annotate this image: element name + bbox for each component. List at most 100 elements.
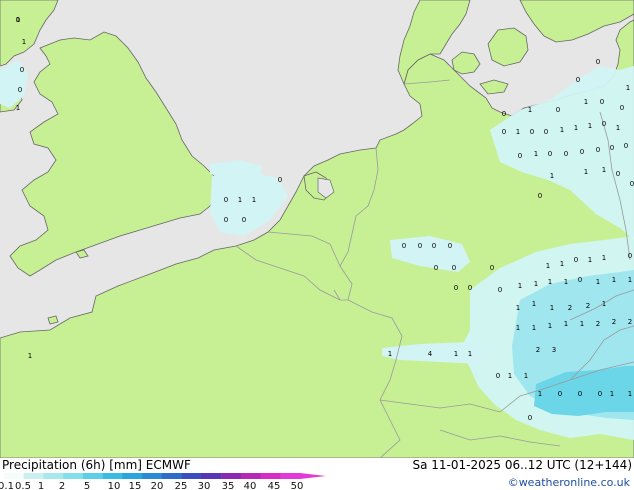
rain-value-label: 0 [402, 242, 406, 250]
rain-value-label: 0 [538, 192, 542, 200]
rain-value-label: 0 [278, 176, 282, 184]
rain-value-label: 0 [544, 128, 548, 136]
rain-value-label: 1 [602, 254, 606, 262]
rain-value-label: 0 [528, 414, 532, 422]
legend-bar: Precipitation (6h) [mm] ECMWF Sa 11-01-2… [0, 458, 634, 490]
rain-value-label: 0 [432, 242, 436, 250]
precipitation-map: 1100100010100 1 0 0 1 1 1 0 1010 0 0 0 0 0 01111 0000 1 1… [0, 0, 634, 458]
rain-value-label: 0 [574, 256, 578, 264]
rain-value-label: 0 [580, 148, 584, 156]
legend-swatch [280, 473, 301, 479]
rain-value-label: 1 [518, 282, 522, 290]
rain-value-label: 1 [610, 390, 614, 398]
rain-value-label: 1 [584, 98, 588, 106]
rain-value-label: 0 [598, 390, 602, 398]
rain-value-label: 0 [502, 128, 506, 136]
rain-value-label: 1 [524, 372, 528, 380]
rain-value-label: 1 [548, 278, 552, 286]
title-right: Sa 11-01-2025 06..12 UTC (12+144) [412, 458, 632, 472]
rain-value-label: 0 [16, 16, 20, 24]
rain-value-label: 0 [548, 150, 552, 158]
legend-swatch [4, 473, 24, 479]
rain-value-label: 0 [496, 372, 500, 380]
legend-swatch [161, 473, 182, 479]
rain-value-label: 1 [516, 304, 520, 312]
rain-value-label: 1 [584, 168, 588, 176]
rain-value-label: 0 [564, 150, 568, 158]
rain-value-label: 0 [434, 264, 438, 272]
legend-tick: 15 [129, 481, 142, 490]
rain-value-label: 1 [628, 276, 632, 284]
legend-swatch [181, 473, 202, 479]
legend-tick: 40 [244, 481, 257, 490]
rain-value-label: 1 [534, 150, 538, 158]
rain-value-label: 0 [490, 264, 494, 272]
rain-value-label: 1 [28, 352, 32, 360]
rain-value-label: 0 [624, 142, 628, 150]
legend-tick: 5 [84, 481, 90, 490]
rain-value-label: 3 [552, 346, 556, 354]
legend-arrow [300, 473, 326, 479]
rain-value-label: 1 [588, 122, 592, 130]
rain-value-label: 1 [528, 106, 532, 114]
rain-value-label: 0 [602, 120, 606, 128]
rain-value-label: 1 [22, 38, 26, 46]
rain-value-label: 0 [418, 242, 422, 250]
rain-value-label: 0 [224, 216, 228, 224]
rain-value-label: 0 [18, 86, 22, 94]
rain-value-label: 0 [596, 58, 600, 66]
rain-value-label: 1 [516, 128, 520, 136]
rain-value-label: 0 [616, 170, 620, 178]
legend-swatch [240, 473, 261, 479]
rain-value-label: 1 [532, 324, 536, 332]
rain-value-label: 2 [612, 318, 616, 326]
legend-swatch [23, 473, 44, 479]
rain-value-label: 0 [578, 276, 582, 284]
title-left: Precipitation (6h) [mm] ECMWF [2, 458, 191, 472]
rain-value-label: 0 [20, 66, 24, 74]
legend-color-scale [4, 473, 326, 479]
legend-tick: 0.1 [0, 481, 14, 490]
rain-value-label: 0 [620, 104, 624, 112]
rain-value-label: 1 [628, 390, 632, 398]
rain-value-label: 1 [454, 350, 458, 358]
rain-value-label: 0 [558, 390, 562, 398]
rain-value-label: 0 [628, 252, 632, 260]
rain-value-label: 1 [564, 278, 568, 286]
legend-tick: 20 [151, 481, 164, 490]
legend-tick: 1 [38, 481, 44, 490]
rain-value-label: 0 [498, 286, 502, 294]
credit-text: ©weatheronline.co.uk [508, 476, 631, 489]
legend-swatch [201, 473, 222, 479]
legend-tick-labels: 0.1 0.5 1 2 5 10 15 20 25 30 35 40 45 50 [0, 481, 303, 490]
rain-value-label: 0 [530, 128, 534, 136]
rain-value-label: 1 [602, 300, 606, 308]
rain-value-label: 1 [602, 166, 606, 174]
map-stage: 1100100010100100111010100000001111000011… [0, 0, 634, 490]
rain-value-label: 1 [516, 324, 520, 332]
rain-value-label: 0 [242, 216, 246, 224]
rain-value-label: 0 [576, 76, 580, 84]
rain-value-label: 0 [596, 146, 600, 154]
rain-value-label: 1 [532, 300, 536, 308]
rain-value-label: 1 [560, 126, 564, 134]
rain-value-label: 0 [224, 196, 228, 204]
legend-swatch [142, 473, 163, 479]
rain-value-label: 2 [586, 302, 590, 310]
rain-value-label: 0 [454, 284, 458, 292]
rain-value-label: 2 [596, 320, 600, 328]
legend-tick: 25 [175, 481, 188, 490]
rain-value-label: 1 [546, 262, 550, 270]
rain-value-label: 1 [588, 256, 592, 264]
rain-value-label: 0 [600, 98, 604, 106]
rain-value-label: 0 [556, 106, 560, 114]
legend-tick: 2 [59, 481, 65, 490]
legend-swatch [102, 473, 123, 479]
legend-tick: 30 [198, 481, 211, 490]
rain-value-label: 1 [560, 260, 564, 268]
legend-tick: 35 [222, 481, 235, 490]
rain-value-label: 1 [550, 172, 554, 180]
rain-value-label: 1 [388, 350, 392, 358]
rain-value-label: 0 [468, 284, 472, 292]
rain-value-label: 0 [610, 144, 614, 152]
